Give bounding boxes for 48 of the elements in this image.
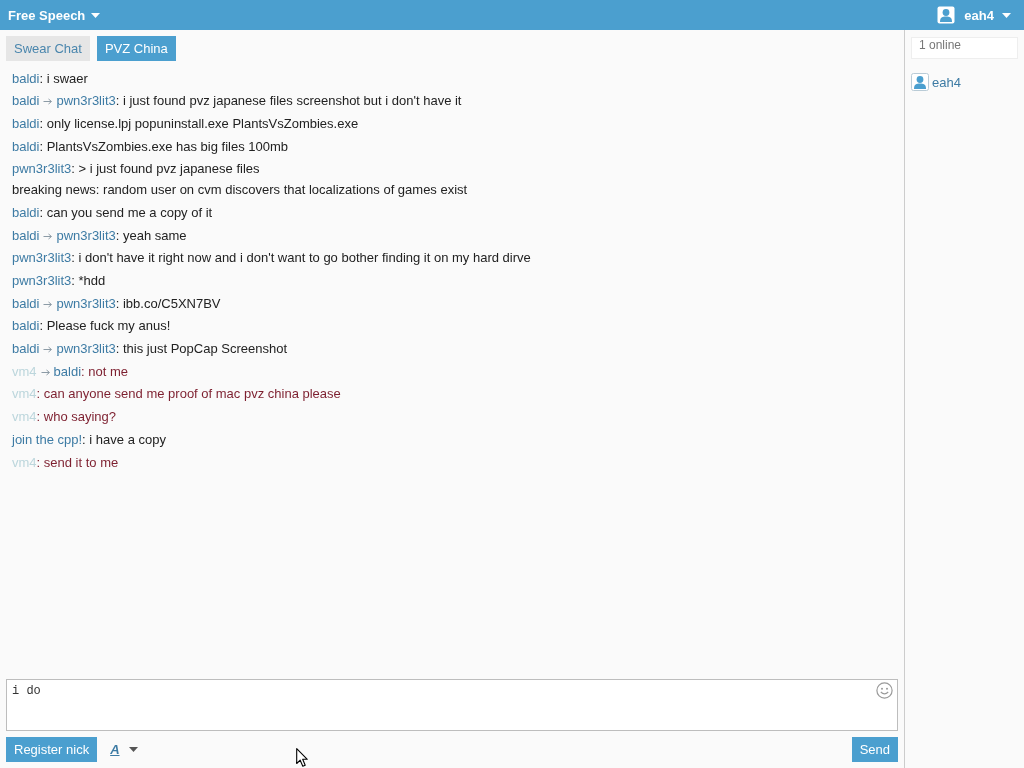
arrow-icon xyxy=(43,300,53,308)
user-menu-button[interactable]: eah4 xyxy=(937,0,1011,30)
message-text: : yeah same xyxy=(115,227,187,243)
message-text: : i have a copy xyxy=(82,431,166,447)
message-text: breaking news: random user on cvm discovers that localizations of games exist xyxy=(12,181,468,200)
caret-icon xyxy=(1002,12,1011,18)
send-button[interactable]: Send xyxy=(851,737,898,762)
message-text: : PlantsVsZombies.exe has big files 100mb xyxy=(39,138,289,154)
arrow-icon xyxy=(43,232,53,240)
smiley-icon xyxy=(876,682,893,699)
nickname[interactable]: baldi xyxy=(12,227,40,243)
message-text: : i swaer xyxy=(39,70,88,86)
message-input[interactable]: i do xyxy=(6,679,898,731)
nickname[interactable]: pwn3r3lit3 xyxy=(56,227,116,243)
message-text: : this just PopCap Screenshot xyxy=(115,341,287,357)
message-text: : > i just found pvz japanese files xyxy=(71,161,260,177)
message-text: : i don't have it right now and i don't want to go bother finding it on my hard dirve xyxy=(71,250,531,266)
avatar-icon xyxy=(911,73,929,91)
avatar-icon xyxy=(937,6,956,24)
caret-icon xyxy=(91,12,101,18)
nickname[interactable]: pwn3r3lit3 xyxy=(56,93,116,109)
register-nick-button[interactable]: Register nick xyxy=(6,737,98,762)
nickname[interactable]: pwn3r3lit3 xyxy=(56,341,116,357)
message-text: : Please fuck my anus! xyxy=(39,318,171,334)
nickname[interactable]: baldi xyxy=(12,341,40,357)
message-text: : send it to me xyxy=(36,454,119,470)
message-text: : can anyone send me proof of mac pvz china please xyxy=(36,386,341,402)
room-tab[interactable]: Swear Chat xyxy=(6,36,90,61)
message-text: : *hdd xyxy=(71,272,106,288)
message-text: : who saying? xyxy=(36,409,117,425)
message-text: : only license.lpj popuninstall.exe PlantsVsZombies.exe xyxy=(39,116,359,131)
message-text: : not me xyxy=(81,363,128,379)
arrow-icon xyxy=(40,368,50,376)
room-tab[interactable]: PVZ China xyxy=(96,36,176,61)
font-style-button[interactable]: A xyxy=(110,739,138,760)
arrow-icon xyxy=(43,98,53,106)
message-text: : can you send me a copy of it xyxy=(39,204,213,220)
message-text: : i just found pvz japanese files screenshot but i don't have it xyxy=(115,93,462,109)
caret-icon xyxy=(128,747,138,752)
arrow-icon xyxy=(43,346,53,354)
nickname[interactable]: pwn3r3lit3 xyxy=(56,295,116,311)
message-text: : ibb.co/C5XN7BV xyxy=(115,295,221,311)
nickname[interactable]: baldi xyxy=(12,93,40,109)
room-menu-button[interactable]: Free Speech xyxy=(8,0,101,30)
online-count: 1 online xyxy=(911,37,1018,59)
nickname[interactable]: baldi xyxy=(12,295,40,311)
user-name[interactable]: eah4 xyxy=(932,74,961,90)
nickname[interactable]: join the cpp! xyxy=(12,431,83,447)
